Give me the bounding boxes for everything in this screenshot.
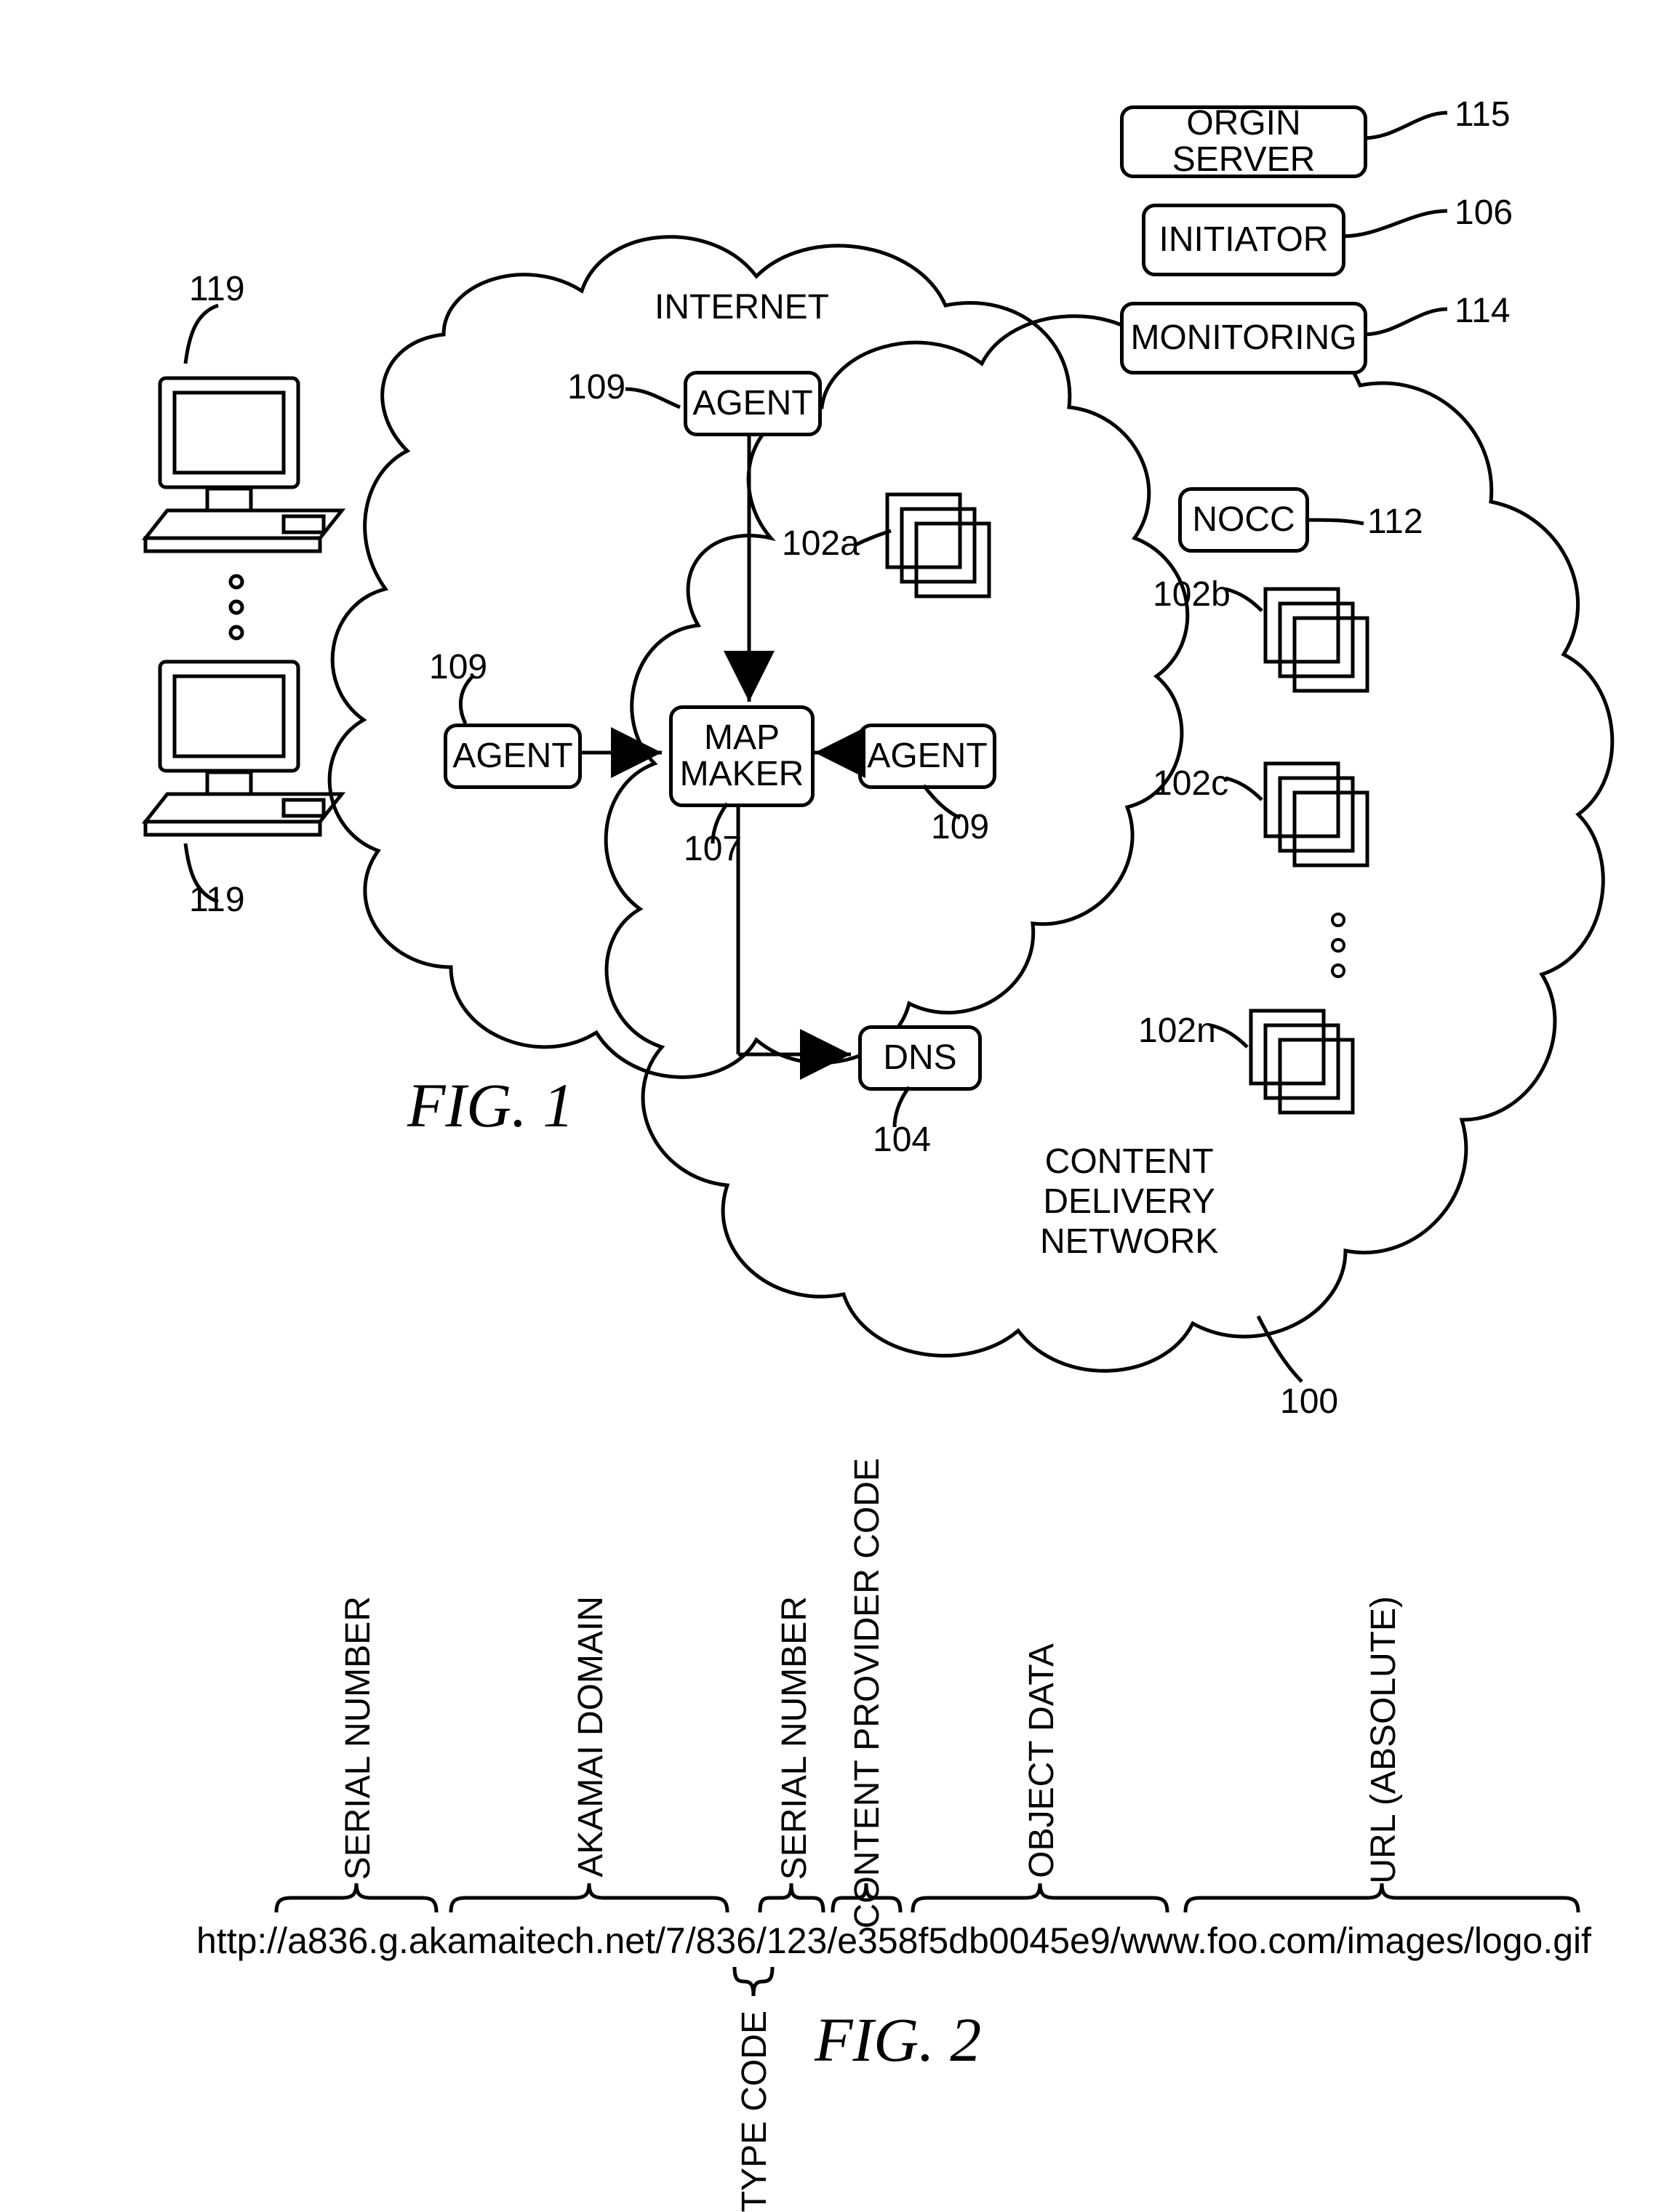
lbl-domain: AKAMAI DOMAIN [571, 1596, 611, 1878]
ellipsis-dot [1331, 963, 1345, 978]
ellipsis-dot [1331, 913, 1345, 927]
cdn-l1: CONTENT [1040, 1142, 1218, 1182]
cdn-l2: DELIVERY [1040, 1182, 1218, 1222]
lbl-serial1: SERIAL NUMBER [338, 1596, 378, 1880]
lbl-provider: CONTENT PROVIDER CODE [847, 1458, 887, 1928]
cdn-label: CONTENT DELIVERY NETWORK [1040, 1142, 1218, 1262]
fig2-caption: FIG. 2 [815, 2003, 981, 2076]
lbl-type: TYPE CODE [735, 2011, 775, 2212]
ref-102b: 102b [1153, 574, 1231, 614]
lbl-url-abs: URL (ABSOLUTE) [1364, 1596, 1404, 1884]
lbl-object: OBJECT DATA [1022, 1643, 1062, 1878]
ref-102n: 102n [1138, 1011, 1216, 1051]
ellipsis-dot [1331, 938, 1345, 953]
ref-102c: 102c [1153, 764, 1228, 804]
ref-115: 115 [1455, 95, 1511, 135]
ref-114: 114 [1455, 291, 1511, 331]
ref-106: 106 [1455, 193, 1513, 233]
lbl-serial2: SERIAL NUMBER [775, 1596, 815, 1880]
nocc-box: NOCC [1178, 487, 1309, 553]
fig1-caption: FIG. 1 [407, 1069, 574, 1142]
dns-box: DNS [858, 1025, 982, 1091]
ref-102a: 102a [782, 524, 860, 564]
cdn-l3: NETWORK [1040, 1222, 1218, 1262]
